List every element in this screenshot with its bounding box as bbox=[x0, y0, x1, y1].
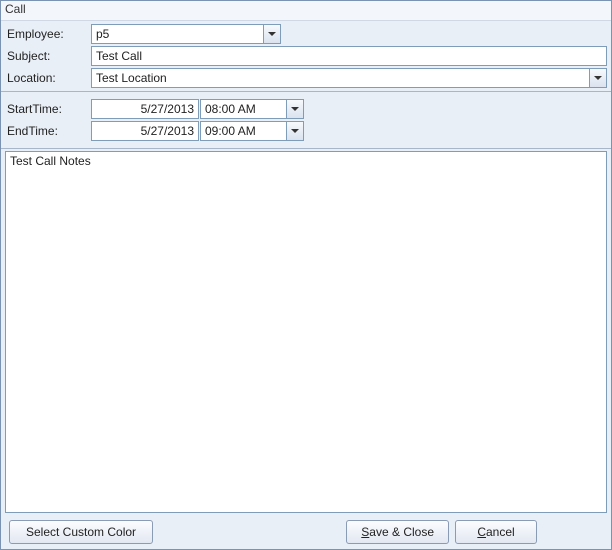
save-close-post: ave & Close bbox=[369, 525, 434, 539]
start-time-combo[interactable] bbox=[200, 99, 304, 119]
start-time-dropdown-button[interactable] bbox=[286, 99, 304, 119]
select-custom-color-button[interactable]: Select Custom Color bbox=[9, 520, 153, 544]
location-dropdown-button[interactable] bbox=[589, 68, 607, 88]
location-input[interactable] bbox=[91, 68, 589, 88]
end-date-input[interactable] bbox=[91, 121, 199, 141]
subject-input[interactable] bbox=[91, 46, 607, 66]
time-fields: StartTime: EndTime: bbox=[1, 92, 611, 149]
save-close-button[interactable]: Save & Close bbox=[346, 520, 449, 544]
cancel-button[interactable]: Cancel bbox=[455, 520, 537, 544]
employee-combo[interactable] bbox=[91, 24, 281, 44]
end-time-label: EndTime: bbox=[5, 124, 91, 138]
employee-dropdown-button[interactable] bbox=[263, 24, 281, 44]
location-label: Location: bbox=[5, 71, 91, 85]
dialog-title: Call bbox=[1, 1, 611, 21]
cancel-post: ancel bbox=[486, 525, 515, 539]
chevron-down-icon bbox=[594, 76, 602, 80]
chevron-down-icon bbox=[268, 32, 276, 36]
end-time-combo[interactable] bbox=[200, 121, 304, 141]
start-time-label: StartTime: bbox=[5, 102, 91, 116]
end-time-dropdown-button[interactable] bbox=[286, 121, 304, 141]
start-time-input[interactable] bbox=[200, 99, 286, 119]
notes-container bbox=[5, 151, 607, 513]
chevron-down-icon bbox=[291, 129, 299, 133]
chevron-down-icon bbox=[291, 107, 299, 111]
subject-label: Subject: bbox=[5, 49, 91, 63]
employee-label: Employee: bbox=[5, 27, 91, 41]
dialog-footer: Select Custom Color Save & Close Cancel bbox=[1, 515, 611, 549]
header-fields: Employee: Subject: Location: bbox=[1, 21, 611, 92]
cancel-mnemonic: C bbox=[477, 525, 486, 539]
employee-input[interactable] bbox=[91, 24, 263, 44]
call-dialog: Call Employee: Subject: Location: bbox=[0, 0, 612, 550]
start-date-input[interactable] bbox=[91, 99, 199, 119]
end-time-input[interactable] bbox=[200, 121, 286, 141]
notes-textarea[interactable] bbox=[5, 151, 607, 513]
location-combo[interactable] bbox=[91, 68, 607, 88]
